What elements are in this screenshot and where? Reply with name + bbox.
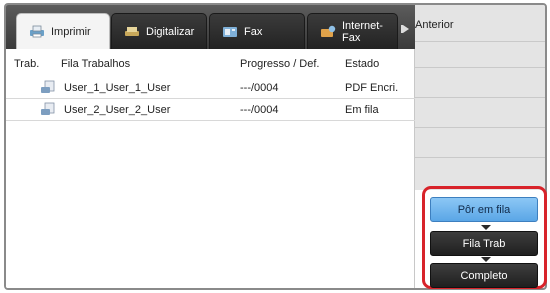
mode-tab-bar: Imprimir Digitalizar Fax Internet-Fax	[6, 5, 415, 49]
chevron-down-icon	[481, 257, 491, 262]
job-status: Em fila	[345, 104, 379, 116]
scanner-icon	[124, 25, 140, 38]
tab-fax[interactable]: Fax	[209, 13, 305, 49]
tab-print-label: Imprimir	[51, 25, 91, 38]
header-progress: Progresso / Def.	[240, 58, 320, 70]
tab-scan-label: Digitalizar	[146, 25, 195, 38]
print-job-icon	[40, 80, 56, 95]
job-status: PDF Encri.	[345, 82, 399, 94]
job-progress: ---/0004	[240, 104, 279, 116]
side-divider	[415, 127, 545, 128]
side-panel: Anterior	[415, 5, 545, 190]
complete-button[interactable]: Completo	[430, 263, 538, 288]
queue-button[interactable]: Pôr em fila	[430, 197, 538, 222]
tab-print[interactable]: Imprimir	[16, 13, 110, 49]
tab-fax-label: Fax	[244, 25, 263, 38]
header-job: Trab.	[14, 58, 40, 70]
tab-scan[interactable]: Digitalizar	[111, 13, 207, 49]
job-queue-button[interactable]: Fila Trab	[430, 231, 538, 256]
printer-icon	[29, 25, 45, 38]
chevron-down-icon	[481, 225, 491, 230]
job-row-1[interactable]: User_1_User_1_User ---/0004 PDF Encri.	[6, 77, 415, 99]
side-divider	[415, 97, 545, 98]
internet-fax-icon	[320, 25, 336, 38]
tab-internet-fax-label: Internet-Fax	[342, 19, 383, 44]
fax-icon	[222, 25, 238, 38]
previous-label[interactable]: Anterior	[415, 19, 454, 31]
tab-scroll-right-icon[interactable]	[403, 25, 409, 33]
job-progress: ---/0004	[240, 82, 279, 94]
side-divider	[415, 41, 545, 42]
job-row-2[interactable]: User_2_User_2_User ---/0004 Em fila	[6, 99, 415, 121]
side-divider	[415, 67, 545, 68]
header-queue: Fila Trabalhos	[61, 58, 131, 70]
print-job-icon	[40, 102, 56, 117]
job-name: User_2_User_2_User	[64, 104, 171, 116]
header-status: Estado	[345, 58, 380, 70]
side-divider	[415, 157, 545, 158]
tab-internet-fax[interactable]: Internet-Fax	[307, 13, 398, 49]
job-name: User_1_User_1_User	[64, 82, 171, 94]
job-list: Trab. Fila Trabalhos Progresso / Def. Es…	[6, 49, 415, 288]
